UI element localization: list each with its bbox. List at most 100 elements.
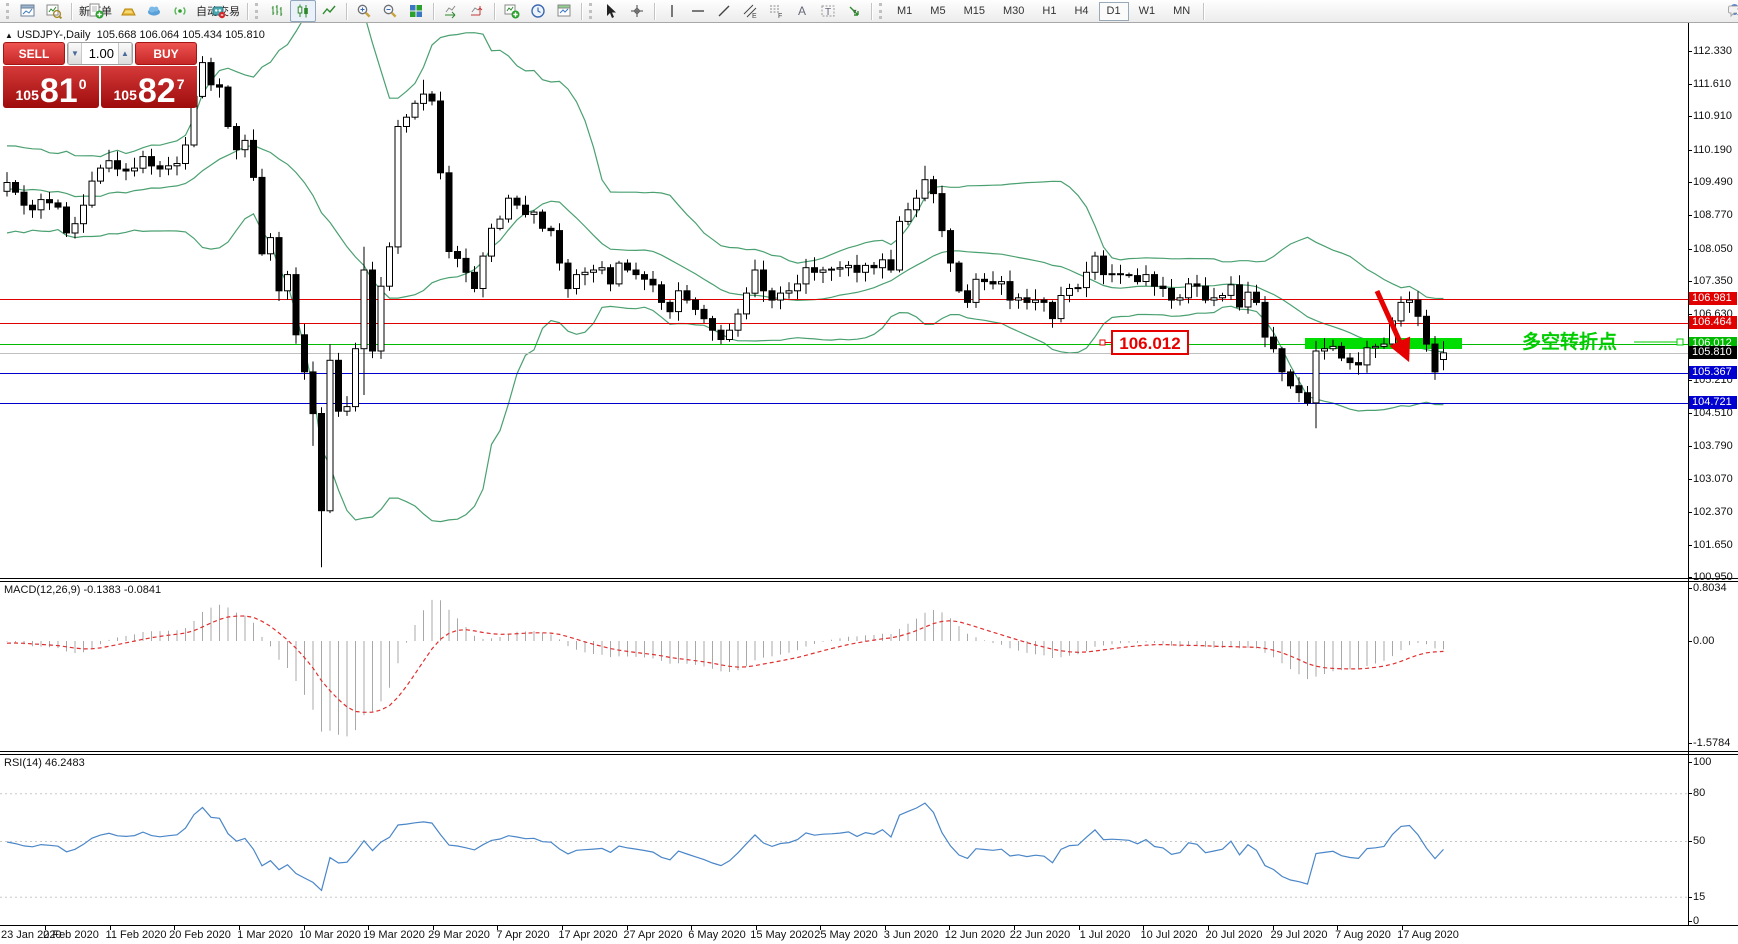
candle [20, 191, 28, 206]
templates-button[interactable]: ▾ [551, 0, 577, 22]
toolbar-grip [589, 3, 595, 19]
turning-point-label[interactable]: 多空转折点 [1522, 330, 1617, 353]
candle [1406, 299, 1413, 303]
market-button[interactable] [115, 0, 141, 22]
date-label: 7 Aug 2020 [1335, 929, 1391, 941]
candle [743, 292, 750, 315]
candle [12, 182, 19, 193]
candle [564, 262, 572, 290]
chart-shift-button[interactable] [464, 0, 490, 22]
candle [54, 202, 62, 208]
volume-decrease-button[interactable]: ▼ [68, 43, 82, 64]
candle [403, 116, 410, 127]
fibonacci-icon: F [770, 5, 782, 19]
buy-price-display[interactable]: 105 82 7 [101, 66, 197, 108]
text-tool-button[interactable]: A [789, 0, 815, 22]
callout-handle[interactable] [1099, 339, 1106, 346]
candle [318, 413, 325, 512]
candle [1210, 297, 1218, 301]
price-tick-label: 111.610 [1693, 78, 1732, 90]
candle [513, 197, 521, 206]
pane-separator[interactable] [0, 751, 1738, 755]
auto-scroll-button[interactable] [438, 0, 464, 22]
sell-button[interactable]: SELL [3, 42, 65, 65]
rsi-scale-label: 80 [1693, 787, 1706, 799]
timeframe-w1[interactable]: W1 [1131, 2, 1164, 21]
candle [896, 220, 903, 271]
timeframe-mn[interactable]: MN [1165, 2, 1198, 21]
candle [726, 329, 733, 341]
vertical-line-tool-button[interactable] [659, 0, 685, 22]
candle [3, 182, 11, 192]
bar-chart-button[interactable] [264, 0, 290, 22]
candle [632, 269, 640, 276]
candle [615, 262, 623, 285]
equidistant-channel-tool-button[interactable]: E [737, 0, 763, 22]
sell-price-display[interactable]: 105 81 0 [3, 66, 99, 108]
arrows-tool-button[interactable]: ▾ [841, 0, 867, 22]
candlestick-chart-button[interactable] [290, 0, 316, 22]
indicators-button[interactable]: ▾ [499, 0, 525, 22]
timeframe-m30[interactable]: M30 [995, 2, 1032, 21]
vertical-line-icon [671, 5, 673, 17]
candle [156, 165, 164, 170]
candle [267, 237, 274, 255]
tile-windows-button[interactable] [403, 0, 429, 22]
price-tick-mark [1688, 249, 1692, 250]
chart-profile-button[interactable] [41, 0, 67, 22]
main-chart-pane[interactable]: 106.012 多空转折点 [0, 23, 1688, 578]
bar-chart-icon [271, 5, 283, 16]
signals-button[interactable] [167, 0, 193, 22]
date-label: 12 Jun 2020 [944, 929, 1006, 941]
volume-input[interactable] [82, 43, 118, 64]
chart-window-icon [20, 4, 35, 17]
timeframe-h4[interactable]: H4 [1066, 2, 1096, 21]
candle [590, 269, 597, 273]
macd-pane[interactable] [0, 581, 1688, 751]
new-order-button[interactable]: 新订单 [76, 0, 115, 22]
timeframe-h1[interactable]: H1 [1034, 2, 1064, 21]
pane-separator[interactable] [0, 578, 1738, 582]
autotrading-button[interactable]: 自动交易 [193, 0, 243, 22]
line-chart-button[interactable] [316, 0, 342, 22]
price-tick-mark [1688, 84, 1692, 85]
buy-button[interactable]: BUY [135, 42, 197, 65]
candle [598, 267, 606, 271]
zoom-in-button[interactable] [351, 0, 377, 22]
chart-window-button[interactable] [15, 0, 41, 22]
mql5-community-button[interactable] [141, 0, 167, 22]
timeframe-m15[interactable]: M15 [956, 2, 993, 21]
macd-tick-mark [1688, 743, 1692, 744]
candle [1083, 271, 1090, 289]
fibonacci-tool-button[interactable]: F [763, 0, 789, 22]
volume-increase-button[interactable]: ▲ [118, 43, 132, 64]
cursor-tool-button[interactable] [598, 0, 624, 22]
date-label: 20 Feb 2020 [169, 929, 231, 941]
horizontal-line-tool-button[interactable] [685, 0, 711, 22]
timeframe-m1[interactable]: M1 [889, 2, 920, 21]
candle [1261, 301, 1269, 338]
zoom-out-button[interactable] [377, 0, 403, 22]
date-label: 1 Mar 2020 [237, 929, 293, 941]
svg-text:E: E [752, 13, 757, 19]
candle [1023, 297, 1031, 303]
timeframe-d1[interactable]: D1 [1098, 1, 1129, 21]
candle [802, 267, 810, 285]
label-anchor-handle[interactable] [1676, 338, 1684, 346]
candle [139, 156, 147, 169]
timeframe-m5[interactable]: M5 [922, 2, 953, 21]
chat-icon[interactable] [1728, 3, 1738, 19]
candle [258, 176, 266, 255]
rsi-pane[interactable] [0, 754, 1688, 925]
text-label-tool-button[interactable]: T [815, 0, 841, 22]
date-label: 25 May 2020 [814, 929, 878, 941]
sell-price-figure: 105 [15, 87, 39, 103]
price-tick-mark [1688, 446, 1692, 447]
candle [734, 313, 742, 331]
candle [828, 268, 835, 271]
trendline-tool-button[interactable] [711, 0, 737, 22]
date-axis[interactable]: 23 Jan 2020 2 Feb 2020 11 Feb 2020 20 Feb 2… [0, 925, 1738, 944]
candle [165, 165, 172, 170]
periods-button[interactable]: ▾ [525, 0, 551, 22]
crosshair-tool-button[interactable] [624, 0, 650, 22]
